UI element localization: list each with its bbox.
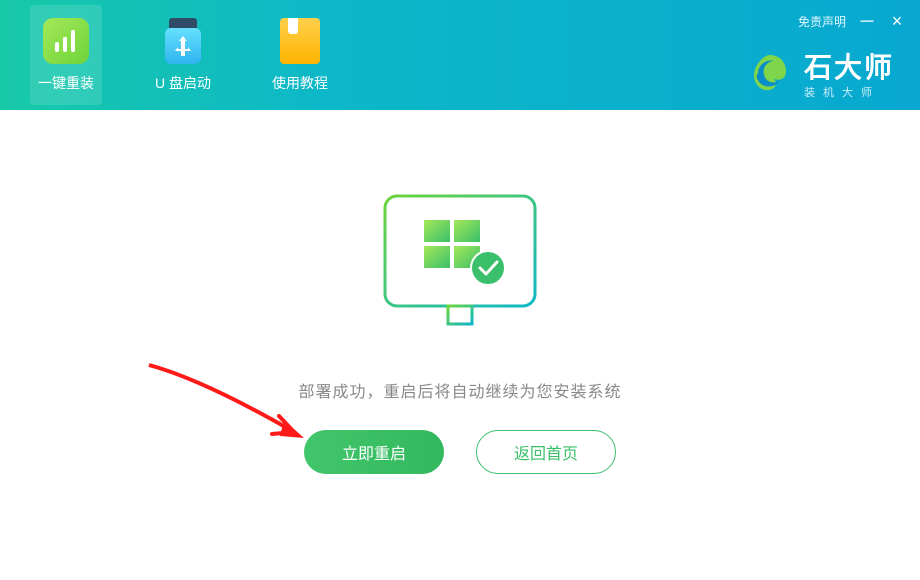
usb-icon	[159, 17, 207, 65]
nav-tabs: 一键重装 U 盘启动 使用教程	[0, 5, 336, 105]
status-message: 部署成功，重启后将自动继续为您安装系统	[298, 378, 621, 402]
brand-subtitle: 装机大师	[804, 84, 880, 100]
monitor-success-icon	[370, 186, 550, 346]
brand-area: 石大师 装机大师	[748, 46, 894, 100]
book-icon	[276, 17, 324, 65]
main-content: 部署成功，重启后将自动继续为您安装系统 立即重启 返回首页	[0, 110, 920, 580]
brand-title: 石大师	[804, 46, 894, 86]
app-header: 一键重装 U 盘启动 使用教程 免责声明 － ×	[0, 0, 920, 110]
bars-icon	[42, 17, 90, 65]
tab-reinstall[interactable]: 一键重装	[30, 5, 102, 105]
tab-label: 使用教程	[272, 73, 328, 93]
close-icon[interactable]: ×	[888, 11, 906, 32]
restart-now-button[interactable]: 立即重启	[304, 430, 444, 474]
minimize-icon[interactable]: －	[858, 8, 876, 34]
window-controls: 免责声明 － ×	[798, 8, 906, 34]
tab-usb-boot[interactable]: U 盘启动	[147, 5, 219, 105]
tab-label: U 盘启动	[155, 73, 211, 93]
back-home-button[interactable]: 返回首页	[476, 430, 616, 474]
disclaimer-link[interactable]: 免责声明	[798, 13, 846, 30]
button-row: 立即重启 返回首页	[304, 430, 616, 474]
tab-tutorial[interactable]: 使用教程	[264, 5, 336, 105]
tab-label: 一键重装	[38, 73, 94, 93]
brand-logo-icon	[748, 51, 792, 95]
